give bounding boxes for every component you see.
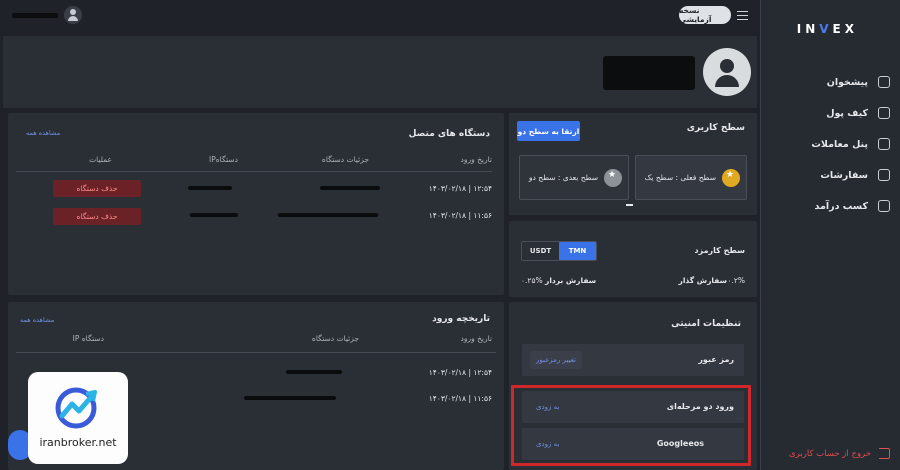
sidebar-item-label: پنل معاملات — [811, 138, 868, 150]
profile-avatar-icon[interactable] — [703, 48, 751, 96]
change-password-button[interactable]: تغییر رمزعبور — [530, 351, 582, 369]
view-all-history-link[interactable]: مشاهده همه — [20, 316, 54, 324]
dashboard-icon — [878, 76, 890, 88]
next-level-box: سطح بعدی : سطح دو — [519, 155, 629, 200]
login-date: ۱۴۰۳/۰۲/۱۸ | ۱۲:۵۴ — [428, 368, 492, 377]
profile-banner — [3, 36, 757, 108]
sidebar-item-trade-panel[interactable]: پنل معاملات — [770, 134, 890, 154]
logout-icon — [879, 448, 890, 459]
gold-trophy-icon — [722, 168, 740, 187]
divider — [16, 352, 496, 353]
upgrade-level-button[interactable]: ارتقا به سطح دو — [517, 121, 580, 141]
password-label: رمز عبور — [698, 355, 734, 364]
card-title: تاریخچه ورود — [432, 314, 490, 324]
maker-value: ۰.۲% — [727, 276, 745, 285]
user-name-redacted — [12, 12, 58, 18]
maker-label: سفارش گذار — [678, 276, 727, 285]
card-title: دستگاه های متصل — [408, 129, 490, 139]
hamburger-menu-icon[interactable] — [737, 11, 748, 20]
connected-devices-card: دستگاه های متصل مشاهده همه تاریخ ورود جز… — [8, 113, 504, 295]
column-header: عملیات — [89, 155, 112, 164]
divider — [16, 171, 492, 172]
device-ip-redacted — [188, 186, 232, 190]
device-details-redacted — [320, 186, 380, 190]
column-header: تاریخ ورود — [460, 334, 492, 343]
login-date: ۱۴۰۳/۰۲/۱۸ | ۱۲:۵۴ — [428, 184, 492, 193]
current-level-box: سطح فعلی : سطح یک — [635, 155, 747, 200]
demo-version-badge: نسخه آزمایشی — [679, 6, 731, 24]
sidebar-item-dashboard[interactable]: پیشخوان — [770, 72, 890, 92]
sidebar-item-label: سفارشات — [820, 169, 868, 181]
sidebar-item-label: پیشخوان — [826, 76, 868, 88]
user-avatar-icon[interactable] — [64, 6, 82, 24]
view-all-devices-link[interactable]: مشاهده همه — [26, 129, 60, 137]
password-row: رمز عبور تغییر رمزعبور — [522, 344, 744, 376]
login-date: ۱۴۰۳/۰۲/۱۸ | ۱۱:۵۶ — [428, 211, 492, 220]
sidebar-item-orders[interactable]: سفارشات — [770, 165, 890, 185]
sidebar: INVEX پیشخوان کیف پول پنل معاملات سفارشا… — [760, 0, 900, 470]
user-menu[interactable] — [4, 4, 84, 26]
delete-device-button[interactable]: حذف دستگاه — [53, 208, 141, 225]
watermark-text: iranbroker.net — [39, 436, 117, 449]
card-title: سطح کارمزد — [694, 246, 745, 255]
sidebar-item-label: کسب درآمد — [814, 200, 868, 212]
taker-value: ۰.۲۵% — [521, 276, 543, 285]
logo-text-left: IN — [796, 22, 820, 36]
tab-tmn[interactable]: TMN — [559, 242, 596, 260]
sidebar-item-label: کیف پول — [826, 107, 868, 119]
top-bar: نسخه آزمایشی — [0, 0, 760, 32]
wallet-icon — [878, 107, 890, 119]
logout-button[interactable]: خروج از حساب کاربری — [789, 448, 890, 459]
logo-text-right: EX — [832, 22, 858, 36]
level-indicator — [626, 204, 633, 206]
delete-device-button[interactable]: حذف دستگاه — [53, 180, 141, 197]
column-header: جزئیات دستگاه — [321, 155, 369, 164]
sidebar-item-wallet[interactable]: کیف پول — [770, 103, 890, 123]
card-title: تنظیمات امنیتی — [671, 319, 741, 329]
logo-mark: V — [819, 22, 833, 36]
trade-panel-icon — [878, 138, 890, 150]
card-title: سطح کاربری — [686, 123, 745, 133]
device-ip-redacted — [190, 213, 238, 217]
iranbroker-watermark: iranbroker.net — [28, 372, 128, 464]
earn-icon — [878, 200, 890, 212]
iranbroker-logo-icon — [55, 387, 97, 429]
next-level-label: سطح بعدی : سطح دو — [528, 173, 598, 182]
orders-icon — [878, 169, 890, 181]
column-header: IP دستگاه — [72, 334, 104, 343]
tab-usdt[interactable]: USDT — [522, 242, 559, 260]
device-details-redacted — [244, 396, 336, 400]
currency-toggle: USDT TMN — [521, 241, 597, 261]
invex-logo[interactable]: INVEX — [797, 22, 858, 36]
sidebar-item-earn[interactable]: کسب درآمد — [770, 196, 890, 216]
column-header: IPدستگاه — [209, 155, 238, 164]
highlight-annotation-box — [511, 385, 751, 466]
logout-label: خروج از حساب کاربری — [789, 448, 871, 459]
grey-trophy-icon — [604, 168, 622, 187]
column-header: جزئیات دستگاه — [311, 334, 359, 343]
current-level-label: سطح فعلی : سطح یک — [644, 173, 716, 182]
device-details-redacted — [286, 370, 342, 374]
profile-name-redacted — [603, 56, 695, 90]
column-header: تاریخ ورود — [460, 155, 492, 164]
taker-label: سفارش بردار — [545, 276, 597, 285]
device-details-redacted — [278, 213, 378, 217]
login-date: ۱۴۰۳/۰۲/۱۸ | ۱۱:۵۶ — [428, 394, 492, 403]
